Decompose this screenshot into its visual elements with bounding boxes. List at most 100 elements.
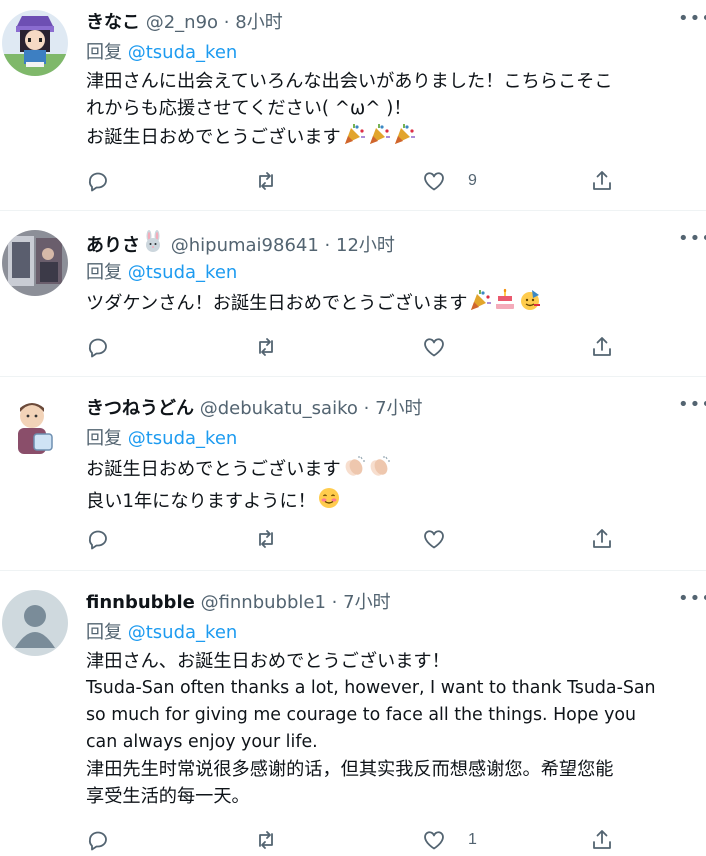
share-icon [593,830,611,849]
reply-prefix: 回复 [86,42,122,63]
user-handle[interactable]: @2_n9o [146,12,218,33]
avatar[interactable] [2,396,68,462]
birthday-cake-emoji [493,288,517,320]
separator: · [223,12,230,33]
tweet-text-line: 良い1年になりますように！ [86,486,702,518]
display-name[interactable]: きつねうどん [86,398,194,419]
tweet-text: 津田さんに出会えていろんな出会いがありました！こちらこそこ れからも応援させてく… [86,68,702,154]
clapping-hands-emoji [342,454,366,486]
display-name[interactable]: ありさ [86,235,140,256]
reply-to-line: 回复 @tsuda_ken [86,426,237,452]
retweet-icon [259,338,273,356]
retweet-button[interactable] [254,167,278,195]
tweet-header: ありさ @hipumai98641 · 12小时 [86,230,395,256]
party-popper-emoji [342,122,366,154]
timestamp[interactable]: 7小时 [375,398,422,419]
reply-button[interactable] [86,525,110,553]
display-name[interactable]: finnbubble [86,592,195,613]
reply-button[interactable] [86,167,110,195]
reply-prefix: 回复 [86,262,122,283]
timestamp[interactable]: 8小时 [235,12,282,33]
avatar[interactable] [2,590,68,656]
tweet-1[interactable]: きなこ @2_n9o · 8小时 ••• 回复 @tsuda_ken 津田さんに… [0,10,706,210]
user-handle[interactable]: @debukatu_saiko [200,398,358,419]
reply-to-mention[interactable]: @tsuda_ken [128,622,238,643]
share-button[interactable] [590,167,614,195]
reply-icon [88,530,107,550]
reply-to-line: 回复 @tsuda_ken [86,620,237,646]
retweet-button[interactable] [254,333,278,361]
tweet-text-line: れからも応援させてください( ^ω^ )！ [86,98,412,119]
more-icon[interactable]: ••• [678,396,706,418]
reply-to-line: 回复 @tsuda_ken [86,40,237,66]
retweet-icon [259,530,273,548]
reply-to-mention[interactable]: @tsuda_ken [128,262,238,283]
tweet-4[interactable]: finnbubble @finnbubble1 · 7小时 ••• 回复 @ts… [0,590,706,856]
more-icon[interactable]: ••• [678,10,706,32]
tweet-text-line: ツダケンさん！お誕生日おめでとうございます [86,288,702,320]
tweet-actions [86,525,626,553]
reply-to-mention[interactable]: @tsuda_ken [128,428,238,449]
divider [0,570,706,571]
avatar[interactable] [2,10,68,76]
reply-icon [88,172,107,192]
tweet-header: finnbubble @finnbubble1 · 7小时 [86,590,391,616]
party-popper-emoji [468,288,492,320]
party-popper-emoji [392,122,416,154]
share-icon [593,171,611,190]
tweet-3[interactable]: きつねうどん @debukatu_saiko · 7小时 ••• 回复 @tsu… [0,396,706,570]
avatar[interactable] [2,230,68,296]
rabbit-face-emoji [141,230,165,262]
tweet-2[interactable]: ありさ @hipumai98641 · 12小时 ••• 回复 @tsuda_k… [0,230,706,376]
like-button[interactable]: 9 [422,167,477,195]
tweet-text-segment: 良い1年になりますように！ [86,491,316,512]
timestamp[interactable]: 12小时 [336,235,395,256]
share-icon [593,337,611,356]
share-button[interactable] [590,333,614,361]
like-icon [424,172,444,191]
like-button[interactable] [422,525,446,553]
tweet-text-line: so much for giving me courage to face al… [86,705,637,725]
share-button[interactable] [590,525,614,553]
like-icon [424,338,444,357]
reply-to-line: 回复 @tsuda_ken [86,260,237,286]
partying-face-emoji [518,288,542,320]
tweet-text-line: Tsuda-San often thanks a lot, however, I… [86,678,656,698]
tweet-text-line: お誕生日おめでとうございます [86,454,702,486]
tweet-actions: 9 [86,167,626,195]
retweet-button[interactable] [254,826,278,854]
retweet-icon [259,172,273,190]
party-popper-emoji [367,122,391,154]
like-button[interactable] [422,333,446,361]
user-handle[interactable]: @finnbubble1 [201,592,326,613]
tweet-text-segment: お誕生日おめでとうございます [86,127,341,148]
like-button[interactable]: 1 [422,826,477,854]
tweet-header: きつねうどん @debukatu_saiko · 7小时 [86,396,423,422]
tweet-actions [86,333,626,361]
tweet-text: ツダケンさん！お誕生日おめでとうございます [86,288,702,320]
tweet-text: 津田さん、お誕生日おめでとうございます！ Tsuda-San often tha… [86,648,702,810]
tweet-text-segment: ツダケンさん！お誕生日おめでとうございます [86,293,468,314]
reply-icon [88,338,107,358]
reply-button[interactable] [86,826,110,854]
retweet-icon [259,831,273,849]
more-icon[interactable]: ••• [678,590,706,612]
like-count: 9 [468,172,477,189]
tweet-text-line: 津田先生时常说很多感谢的话，但其实我反而想感谢您。希望您能 [86,759,614,780]
tweet-text-line: 津田さん、お誕生日おめでとうございます！ [86,651,450,672]
reply-button[interactable] [86,333,110,361]
more-icon[interactable]: ••• [678,230,706,252]
separator: · [331,592,338,613]
tweet-text-segment: お誕生日おめでとうございます [86,459,341,480]
user-handle[interactable]: @hipumai98641 [171,235,319,256]
retweet-button[interactable] [254,525,278,553]
tweet-text-line: 津田さんに出会えていろんな出会いがありました！こちらこそこ [86,71,613,92]
reply-prefix: 回复 [86,622,122,643]
timestamp[interactable]: 7小时 [343,592,390,613]
tweet-actions: 1 [86,826,626,854]
reply-to-mention[interactable]: @tsuda_ken [128,42,238,63]
tweet-text: お誕生日おめでとうございます 良い1年になりますように！ [86,454,702,518]
display-name[interactable]: きなこ [86,12,140,33]
share-button[interactable] [590,826,614,854]
separator: · [324,235,331,256]
